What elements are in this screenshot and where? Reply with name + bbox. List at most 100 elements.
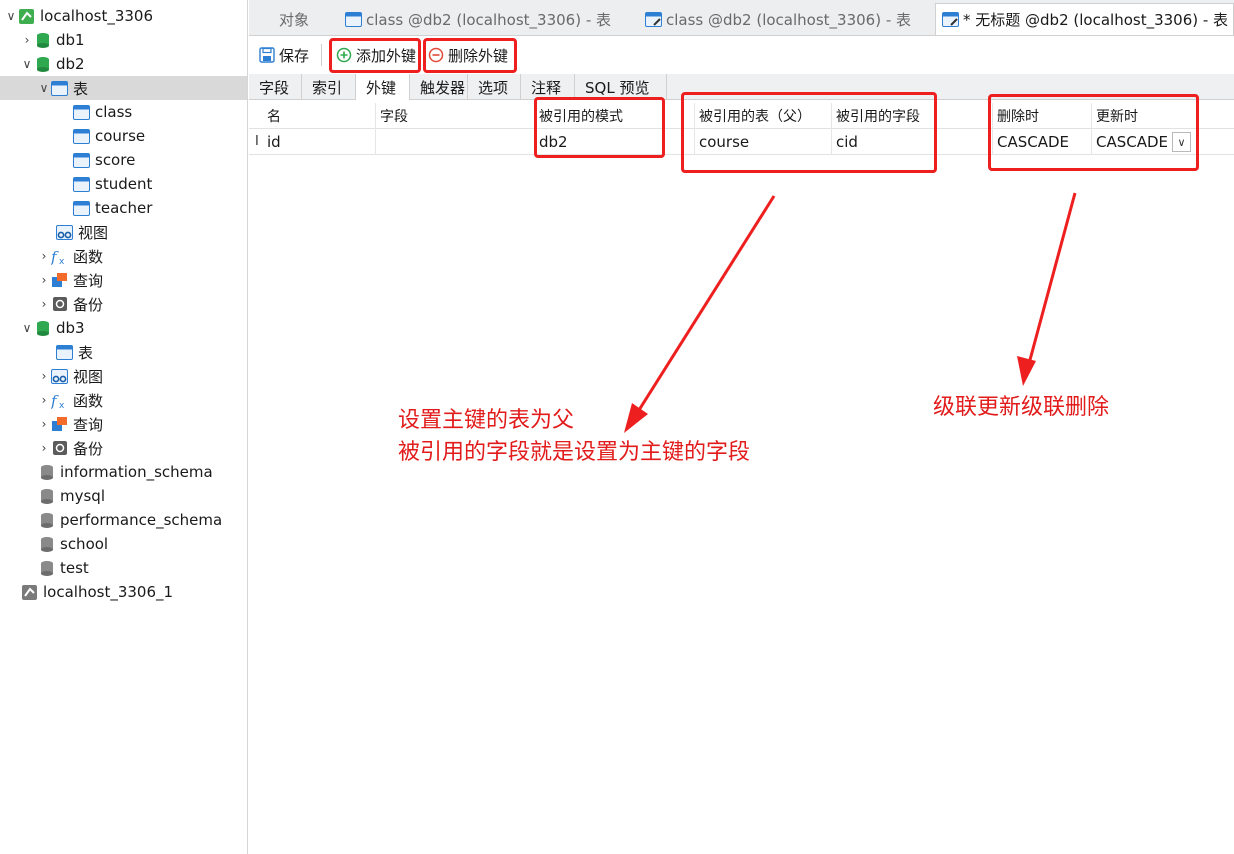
subtab-options[interactable]: 选项 bbox=[468, 74, 521, 100]
table-icon bbox=[73, 152, 90, 169]
tree-folder-tables-db3[interactable]: 表 bbox=[0, 340, 247, 364]
tab-class-table-2[interactable]: class @db2 (localhost_3306) - 表 bbox=[639, 3, 935, 35]
on-update-dropdown-button[interactable]: ∨ bbox=[1172, 132, 1191, 152]
tree-connection-localhost-1[interactable]: localhost_3306_1 bbox=[0, 580, 247, 604]
svg-text:x: x bbox=[59, 401, 65, 409]
chevron-down-icon[interactable]: ∨ bbox=[4, 9, 18, 23]
svg-text:f: f bbox=[51, 248, 59, 265]
column-header-ref-schema[interactable]: 被引用的模式 bbox=[535, 103, 695, 129]
add-foreign-key-button[interactable]: 添加外键 bbox=[331, 42, 416, 68]
tree-table-teacher[interactable]: teacher bbox=[0, 196, 247, 220]
chevron-right-icon[interactable]: › bbox=[37, 297, 51, 311]
minus-circle-icon bbox=[427, 47, 444, 64]
tree-table-student[interactable]: student bbox=[0, 172, 247, 196]
database-gray-icon bbox=[38, 536, 55, 553]
view-icon bbox=[51, 368, 68, 385]
table-row[interactable]: I id db2 course cid CASCADE CASCADE ∨ bbox=[249, 129, 1234, 155]
chevron-right-icon[interactable]: › bbox=[37, 393, 51, 407]
tree-folder-backups-db3[interactable]: › 备份 bbox=[0, 436, 247, 460]
cell-on-delete[interactable]: CASCADE bbox=[993, 129, 1092, 155]
cell-on-update[interactable]: CASCADE bbox=[1092, 129, 1172, 155]
window-tab-bar: 对象 class @db2 (localhost_3306) - 表 class… bbox=[249, 0, 1234, 36]
cell-ref-table[interactable]: course bbox=[695, 129, 832, 155]
chevron-down-icon[interactable]: ∨ bbox=[37, 81, 51, 95]
plus-circle-icon bbox=[335, 47, 352, 64]
subtab-triggers[interactable]: 触发器 bbox=[410, 74, 468, 100]
tree-db-information-schema[interactable]: information_schema bbox=[0, 460, 247, 484]
tree-db-test[interactable]: test bbox=[0, 556, 247, 580]
table-icon bbox=[73, 176, 90, 193]
backup-icon bbox=[51, 440, 68, 457]
subtab-foreign-keys[interactable]: 外键 bbox=[356, 74, 410, 100]
svg-text:f: f bbox=[51, 392, 59, 409]
chevron-down-icon: ∨ bbox=[1177, 135, 1186, 149]
tree-connection-localhost[interactable]: ∨ localhost_3306 bbox=[0, 4, 247, 28]
tree-db-db1[interactable]: › db1 bbox=[0, 28, 247, 52]
save-button[interactable]: 保存 bbox=[254, 42, 309, 68]
function-icon: fx bbox=[51, 392, 68, 409]
table-edit-icon bbox=[645, 11, 662, 28]
database-green-icon bbox=[34, 32, 51, 49]
column-header-on-delete[interactable]: 删除时 bbox=[993, 103, 1092, 129]
tree-folder-views-db2[interactable]: 视图 bbox=[0, 220, 247, 244]
tree-folder-functions-db3[interactable]: › fx 函数 bbox=[0, 388, 247, 412]
column-header-fields[interactable]: 字段 bbox=[376, 103, 535, 129]
table-icon bbox=[73, 200, 90, 217]
tree-db-performance-schema[interactable]: performance_schema bbox=[0, 508, 247, 532]
tree-db-school[interactable]: school bbox=[0, 532, 247, 556]
cell-ref-fields[interactable]: cid bbox=[832, 129, 993, 155]
database-gray-icon bbox=[38, 464, 55, 481]
designer-sub-tabs: 字段 索引 外键 触发器 选项 注释 SQL 预览 bbox=[249, 74, 1234, 100]
navigator-sidebar: ∨ localhost_3306 › db1 ∨ db2 ∨ 表 class c… bbox=[0, 0, 248, 854]
table-edit-icon bbox=[942, 11, 959, 28]
column-header-name[interactable]: 名 bbox=[263, 103, 376, 129]
tree-folder-queries-db3[interactable]: › 查询 bbox=[0, 412, 247, 436]
tree-table-score[interactable]: score bbox=[0, 148, 247, 172]
chevron-right-icon[interactable]: › bbox=[37, 273, 51, 287]
column-header-ref-table[interactable]: 被引用的表（父） bbox=[695, 103, 832, 129]
chevron-right-icon[interactable]: › bbox=[37, 417, 51, 431]
subtab-indexes[interactable]: 索引 bbox=[302, 74, 356, 100]
chevron-right-icon[interactable]: › bbox=[37, 249, 51, 263]
tree-db-mysql[interactable]: mysql bbox=[0, 484, 247, 508]
tree-folder-tables-db2[interactable]: ∨ 表 bbox=[0, 76, 247, 100]
tree-table-class[interactable]: class bbox=[0, 100, 247, 124]
column-header-ref-fields[interactable]: 被引用的字段 bbox=[832, 103, 993, 129]
subtab-fields[interactable]: 字段 bbox=[249, 74, 302, 100]
column-header-on-update[interactable]: 更新时 bbox=[1092, 103, 1192, 129]
delete-foreign-key-button[interactable]: 删除外键 bbox=[423, 42, 508, 68]
annotation-note-parent: 设置主键的表为父 被引用的字段就是设置为主键的字段 bbox=[398, 408, 751, 465]
grid-header-row: 名 字段 被引用的模式 被引用的表（父） 被引用的字段 删除时 更新时 bbox=[249, 103, 1234, 129]
query-icon bbox=[51, 416, 68, 433]
chevron-right-icon[interactable]: › bbox=[37, 441, 51, 455]
tree-folder-functions-db2[interactable]: › fx 函数 bbox=[0, 244, 247, 268]
annotation-note-cascade: 级联更新级联删除 bbox=[933, 395, 1110, 420]
chevron-down-icon[interactable]: ∨ bbox=[20, 57, 34, 71]
tab-class-table-1[interactable]: class @db2 (localhost_3306) - 表 bbox=[339, 3, 639, 35]
function-icon: fx bbox=[51, 248, 68, 265]
view-icon bbox=[56, 224, 73, 241]
subtab-comments[interactable]: 注释 bbox=[521, 74, 575, 100]
chevron-right-icon[interactable]: › bbox=[20, 33, 34, 47]
database-gray-icon bbox=[38, 512, 55, 529]
foreign-key-grid: 名 字段 被引用的模式 被引用的表（父） 被引用的字段 删除时 更新时 I id… bbox=[249, 103, 1234, 155]
tree-folder-backups-db2[interactable]: › 备份 bbox=[0, 292, 247, 316]
tree-folder-views-db3[interactable]: › 视图 bbox=[0, 364, 247, 388]
tree-db-db2[interactable]: ∨ db2 bbox=[0, 52, 247, 76]
cell-name[interactable]: id bbox=[263, 129, 376, 155]
database-gray-icon bbox=[38, 488, 55, 505]
chevron-right-icon[interactable]: › bbox=[37, 369, 51, 383]
table-icon bbox=[73, 104, 90, 121]
tab-untitled-table[interactable]: * 无标题 @db2 (localhost_3306) - 表 bbox=[935, 3, 1234, 35]
table-folder-icon bbox=[56, 344, 73, 361]
cell-ref-schema[interactable]: db2 bbox=[535, 129, 695, 155]
cell-fields[interactable] bbox=[376, 129, 535, 155]
table-icon bbox=[345, 11, 362, 28]
tree-folder-queries-db2[interactable]: › 查询 bbox=[0, 268, 247, 292]
tree-db-db3[interactable]: ∨ db3 bbox=[0, 316, 247, 340]
tab-objects[interactable]: 对象 bbox=[273, 3, 339, 35]
database-green-icon bbox=[34, 320, 51, 337]
chevron-down-icon[interactable]: ∨ bbox=[20, 321, 34, 335]
subtab-sql-preview[interactable]: SQL 预览 bbox=[575, 74, 667, 100]
tree-table-course[interactable]: course bbox=[0, 124, 247, 148]
